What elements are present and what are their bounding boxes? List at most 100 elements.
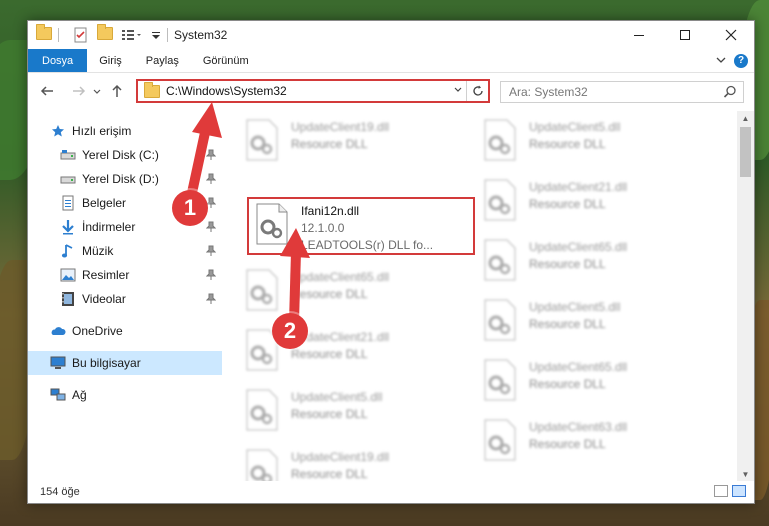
- file-name: UpdateClient5.dll: [529, 300, 621, 314]
- close-button[interactable]: [708, 21, 754, 49]
- onedrive-icon: [50, 323, 66, 339]
- maximize-button[interactable]: [662, 21, 708, 49]
- file-name: Ifani12n.dll: [301, 204, 360, 218]
- file-type: Resource DLL: [529, 257, 606, 271]
- sidebar-item-videos[interactable]: Videolar: [28, 287, 222, 311]
- sidebar-item-label: Resimler: [82, 268, 130, 282]
- list-item[interactable]: UpdateClient5.dll Resource DLL: [483, 119, 713, 167]
- step-marker-1: 1: [172, 190, 208, 226]
- vertical-scrollbar[interactable]: ▲ ▼: [737, 111, 754, 481]
- back-button[interactable]: [36, 80, 58, 102]
- sidebar-item-this-pc[interactable]: Bu bilgisayar: [28, 351, 222, 375]
- large-icons-view-icon[interactable]: [732, 485, 746, 497]
- sidebar-item-pictures[interactable]: Resimler: [28, 263, 222, 287]
- file-name: UpdateClient21.dll: [529, 180, 628, 194]
- file-explorer-window: System32 Dosya Giriş Paylaş Görünüm ? C:…: [27, 20, 755, 504]
- minimize-button[interactable]: [616, 21, 662, 49]
- file-type: Resource DLL: [291, 347, 368, 361]
- file-type: Resource DLL: [529, 317, 606, 331]
- view-toggle: [714, 485, 746, 497]
- address-path[interactable]: C:\Windows\System32: [166, 84, 450, 98]
- sidebar-item-onedrive[interactable]: OneDrive: [28, 319, 222, 343]
- sidebar-item-music[interactable]: Müzik: [28, 239, 222, 263]
- search-input[interactable]: Ara: System32: [500, 81, 744, 103]
- file-type: Resource DLL: [529, 137, 606, 151]
- sidebar-item-label: Yerel Disk (C:): [82, 148, 159, 162]
- up-button[interactable]: [106, 80, 128, 102]
- tab-dosya[interactable]: Dosya: [28, 49, 88, 72]
- dll-file-icon: [483, 179, 519, 223]
- properties-icon[interactable]: [73, 27, 89, 43]
- pin-icon[interactable]: [205, 269, 217, 281]
- dll-file-icon: [245, 389, 281, 433]
- pin-icon[interactable]: [205, 245, 217, 257]
- list-item[interactable]: UpdateClient19.dll Resource DLL: [245, 449, 475, 481]
- drive-icon: [60, 147, 76, 163]
- chevron-down-icon[interactable]: [151, 27, 161, 43]
- customize-toolbar-icon[interactable]: [121, 27, 143, 43]
- scroll-down-icon[interactable]: ▼: [737, 467, 754, 481]
- refresh-button[interactable]: [466, 81, 488, 101]
- file-name: UpdateClient5.dll: [529, 120, 621, 134]
- drive-icon: [60, 171, 76, 187]
- list-item[interactable]: UpdateClient21.dll Resource DLL: [483, 179, 713, 227]
- sidebar-item-label: Videolar: [82, 292, 126, 306]
- file-type: Resource DLL: [291, 407, 368, 421]
- search-icon[interactable]: [723, 85, 737, 99]
- navigation-bar: C:\Windows\System32 Ara: System32: [28, 73, 754, 109]
- scroll-thumb[interactable]: [740, 127, 751, 177]
- dll-file-icon: [483, 299, 519, 343]
- tab-giris[interactable]: Giriş: [87, 49, 134, 72]
- list-item[interactable]: UpdateClient63.dll Resource DLL: [483, 419, 713, 467]
- address-dropdown-icon[interactable]: [450, 85, 466, 98]
- sidebar-item-network[interactable]: Ağ: [28, 383, 222, 407]
- step-marker-2: 2: [272, 313, 308, 349]
- forward-button[interactable]: [68, 80, 90, 102]
- dll-file-icon: [245, 449, 281, 481]
- downloads-icon: [60, 219, 76, 235]
- folder-icon: [36, 24, 52, 43]
- pin-icon[interactable]: [205, 221, 217, 233]
- annotation-arrow-2: [280, 228, 310, 323]
- sidebar-item-label: İndirmeler: [82, 220, 136, 234]
- list-item[interactable]: UpdateClient5.dll Resource DLL: [245, 389, 475, 437]
- file-type: Resource DLL: [529, 377, 606, 391]
- dll-file-icon: [483, 119, 519, 163]
- title-separator: [167, 28, 168, 42]
- pin-icon[interactable]: [205, 293, 217, 305]
- new-folder-icon[interactable]: [97, 24, 113, 43]
- file-name: UpdateClient19.dll: [291, 120, 390, 134]
- computer-icon: [50, 355, 66, 371]
- dll-file-icon: [245, 119, 281, 163]
- network-icon: [50, 387, 66, 403]
- list-item[interactable]: UpdateClient65.dll Resource DLL: [483, 239, 713, 287]
- window-controls: [616, 21, 754, 49]
- tab-gorunum[interactable]: Görünüm: [191, 49, 261, 72]
- list-item[interactable]: UpdateClient19.dll Resource DLL: [245, 119, 475, 167]
- list-item[interactable]: UpdateClient65.dll Resource DLL: [483, 359, 713, 407]
- tab-paylas[interactable]: Paylaş: [134, 49, 191, 72]
- item-count: 154 öğe: [40, 486, 80, 498]
- sidebar-item-label: Hızlı erişim: [72, 124, 132, 138]
- sidebar-item-label: Müzik: [82, 244, 114, 258]
- window-title: System32: [174, 28, 228, 42]
- list-item[interactable]: UpdateClient5.dll Resource DLL: [483, 299, 713, 347]
- dll-file-icon: [483, 419, 519, 463]
- recent-locations-button[interactable]: [90, 80, 104, 102]
- file-type: Resource DLL: [529, 437, 606, 451]
- title-bar: System32: [28, 21, 754, 49]
- sidebar-item-label: Bu bilgisayar: [72, 356, 141, 370]
- status-bar: 154 öğe: [28, 481, 754, 503]
- folder-icon: [144, 81, 160, 98]
- ribbon-right: ?: [716, 49, 754, 72]
- music-icon: [60, 243, 76, 259]
- dll-file-icon: [483, 359, 519, 403]
- title-separator: [58, 28, 59, 42]
- scroll-up-icon[interactable]: ▲: [737, 111, 754, 125]
- file-version: 12.1.0.0: [301, 221, 345, 235]
- file-name: UpdateClient5.dll: [291, 390, 383, 404]
- sidebar-item-label: Belgeler: [82, 196, 127, 210]
- expand-ribbon-icon[interactable]: [716, 54, 726, 68]
- details-view-icon[interactable]: [714, 485, 728, 497]
- help-icon[interactable]: ?: [734, 53, 748, 68]
